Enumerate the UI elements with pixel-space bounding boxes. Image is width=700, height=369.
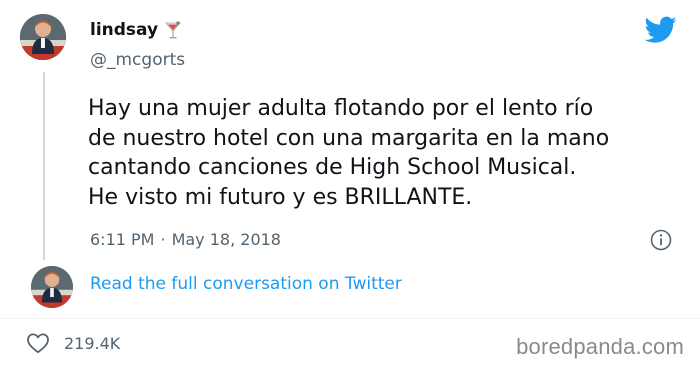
heart-icon[interactable] — [26, 332, 50, 354]
tweet-time[interactable]: 6:11 PM — [90, 230, 154, 249]
info-icon[interactable] — [650, 229, 672, 251]
tweet-card: lindsay @_mcgorts Hay una mujer adulta f… — [0, 0, 700, 369]
like-count: 219.4K — [64, 333, 121, 353]
martini-emoji-icon — [164, 20, 182, 40]
twitter-bird-icon[interactable] — [644, 16, 677, 44]
tweet-date[interactable]: May 18, 2018 — [172, 230, 281, 249]
thread-line — [43, 72, 45, 260]
watermark: boredpanda.com — [516, 334, 684, 359]
author-name-row[interactable]: lindsay — [90, 20, 182, 40]
like-action[interactable]: 219.4K — [26, 332, 120, 354]
avatar-image — [20, 14, 66, 60]
author-handle[interactable]: @_mcgorts — [90, 50, 185, 70]
meta-separator: · — [160, 230, 166, 249]
reply-avatar[interactable] — [31, 266, 73, 308]
author-avatar[interactable] — [20, 14, 66, 60]
avatar-image — [31, 266, 73, 308]
author-display-name[interactable]: lindsay — [90, 20, 158, 40]
divider — [0, 318, 700, 319]
tweet-text: Hay una mujer adulta flotando por el len… — [88, 96, 610, 210]
tweet-timestamp[interactable]: 6:11 PM · May 18, 2018 — [90, 230, 281, 249]
read-conversation-link[interactable]: Read the full conversation on Twitter — [90, 274, 402, 294]
